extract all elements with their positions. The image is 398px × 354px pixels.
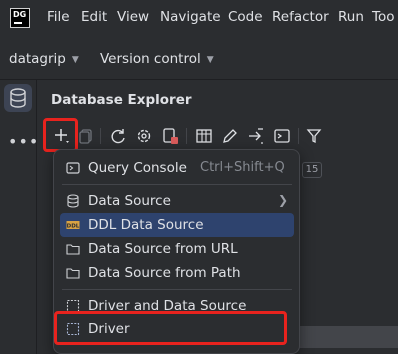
menu-item-label: Data Source from Path	[88, 265, 241, 281]
vcs-selector[interactable]: Version control ▼	[100, 51, 214, 67]
tool-window-bar: •••	[0, 80, 39, 354]
menu-item-label: Data Source	[88, 193, 171, 209]
menu-run[interactable]: Run	[338, 9, 364, 25]
tree-count-badge: 15	[302, 162, 322, 178]
chevron-down-icon: ▼	[206, 55, 214, 65]
edit-icon[interactable]	[220, 126, 240, 146]
console-icon	[66, 162, 80, 174]
chevron-right-icon: ❯	[277, 193, 288, 207]
menu-separator	[62, 289, 292, 290]
menu-tools[interactable]: Too	[372, 9, 394, 25]
shortcut-label: Ctrl+Shift+Q	[200, 160, 285, 175]
menu-item-data-source[interactable]: Data Source ❯	[60, 189, 294, 213]
filter-icon[interactable]	[304, 126, 324, 146]
menu-refactor[interactable]: Refactor	[272, 9, 329, 25]
menu-separator	[62, 184, 292, 185]
menu-item-label: Data Source from URL	[88, 241, 238, 257]
menu-item-query-console[interactable]: Query Console Ctrl+Shift+Q	[60, 156, 294, 180]
menu-item-label: DDL Data Source	[88, 217, 204, 233]
driver-item-highlight	[54, 311, 287, 345]
project-name: datagrip	[9, 51, 66, 67]
menu-navigate[interactable]: Navigate	[160, 9, 221, 25]
chevron-down-icon: ▼	[71, 55, 79, 65]
folder-icon	[66, 268, 80, 279]
refresh-icon[interactable]	[108, 126, 128, 146]
menu-file[interactable]: File	[47, 9, 70, 25]
menu-item-data-source-from-path[interactable]: Data Source from Path	[60, 261, 294, 285]
copy-icon[interactable]	[76, 126, 96, 146]
svg-text:DDL: DDL	[67, 224, 80, 230]
database-explorer-tool-button[interactable]	[4, 84, 32, 112]
menu-code[interactable]: Code	[228, 9, 263, 25]
add-button-highlight	[43, 118, 78, 152]
table-icon[interactable]	[194, 126, 214, 146]
menu-item-ddl-data-source[interactable]: DDL DDL Data Source	[60, 213, 294, 237]
datasource-icon	[67, 194, 79, 208]
panel-title: Database Explorer	[51, 92, 192, 108]
menu-edit[interactable]: Edit	[81, 9, 107, 25]
menu-item-data-source-from-url[interactable]: Data Source from URL	[60, 237, 294, 261]
jump-to-source-icon[interactable]	[246, 126, 266, 146]
datagrip-logo[interactable]: DG	[10, 8, 30, 28]
project-selector[interactable]: datagrip ▼	[9, 51, 79, 67]
disconnect-icon[interactable]	[160, 126, 180, 146]
ddl-icon: DDL	[66, 221, 80, 230]
database-icon	[10, 88, 26, 108]
console-icon[interactable]	[272, 126, 292, 146]
project-toolbar: datagrip ▼ Version control ▼	[0, 36, 398, 80]
menu-view[interactable]: View	[117, 9, 149, 25]
folder-icon	[66, 244, 80, 255]
menu-item-label: Query Console	[88, 160, 187, 176]
main-menubar: DG File Edit View Navigate Code Refactor…	[0, 0, 398, 36]
gear-icon[interactable]	[134, 126, 154, 146]
vcs-label: Version control	[100, 51, 201, 67]
logo-text: DG	[13, 10, 27, 19]
explorer-toolbar	[38, 122, 398, 150]
more-tool-windows-icon[interactable]: •••	[8, 132, 39, 151]
